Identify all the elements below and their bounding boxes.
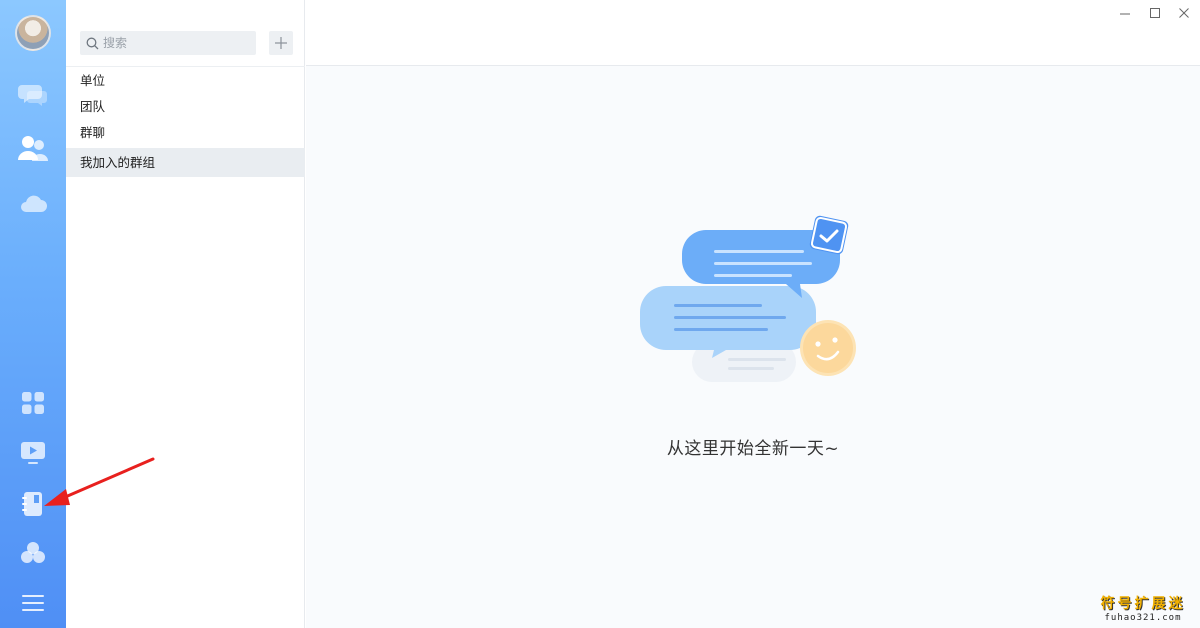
avatar[interactable]: [15, 15, 51, 51]
watermark: 符号扩展迷 fuhao321.com: [1098, 593, 1188, 623]
clover-icon[interactable]: [13, 533, 53, 573]
chat-icon[interactable]: [13, 74, 53, 114]
search-input[interactable]: [103, 36, 253, 50]
apps-grid-icon[interactable]: [13, 383, 53, 423]
list-panel: 单位 团队 群聊 我加入的群组: [66, 0, 305, 628]
maximize-icon: [1150, 8, 1160, 18]
empty-state-message: 从这里开始全新一天~: [666, 439, 840, 459]
nav-item-group-chat[interactable]: 群聊: [66, 120, 305, 146]
top-bar: [306, 0, 1200, 66]
notebook-icon[interactable]: [13, 484, 53, 524]
minimize-button[interactable]: [1114, 4, 1136, 22]
maximize-button[interactable]: [1144, 4, 1166, 22]
watermark-url: fuhao321.com: [1104, 613, 1182, 623]
nav-item-unit[interactable]: 单位: [66, 68, 305, 94]
close-icon: [1179, 8, 1189, 18]
cloud-icon[interactable]: [13, 183, 53, 223]
nav-item-team[interactable]: 团队: [66, 94, 305, 120]
left-rail: [0, 0, 66, 628]
close-button[interactable]: [1173, 4, 1195, 22]
search-box[interactable]: [80, 31, 256, 55]
add-button[interactable]: [269, 31, 293, 55]
panel-divider: [66, 66, 305, 67]
menu-icon[interactable]: [13, 583, 53, 623]
search-icon: [86, 37, 99, 49]
nav-item-joined-groups[interactable]: 我加入的群组: [66, 148, 305, 177]
nav-list: 单位 团队 群聊 我加入的群组: [66, 68, 305, 177]
plus-icon: [275, 37, 287, 49]
main-area: 从这里开始全新一天~: [306, 0, 1200, 628]
watermark-title: 符号扩展迷: [1100, 596, 1186, 612]
video-icon[interactable]: [13, 433, 53, 473]
empty-state-illustration: [640, 215, 856, 382]
minimize-icon: [1120, 13, 1130, 15]
contacts-icon[interactable]: [13, 128, 53, 168]
